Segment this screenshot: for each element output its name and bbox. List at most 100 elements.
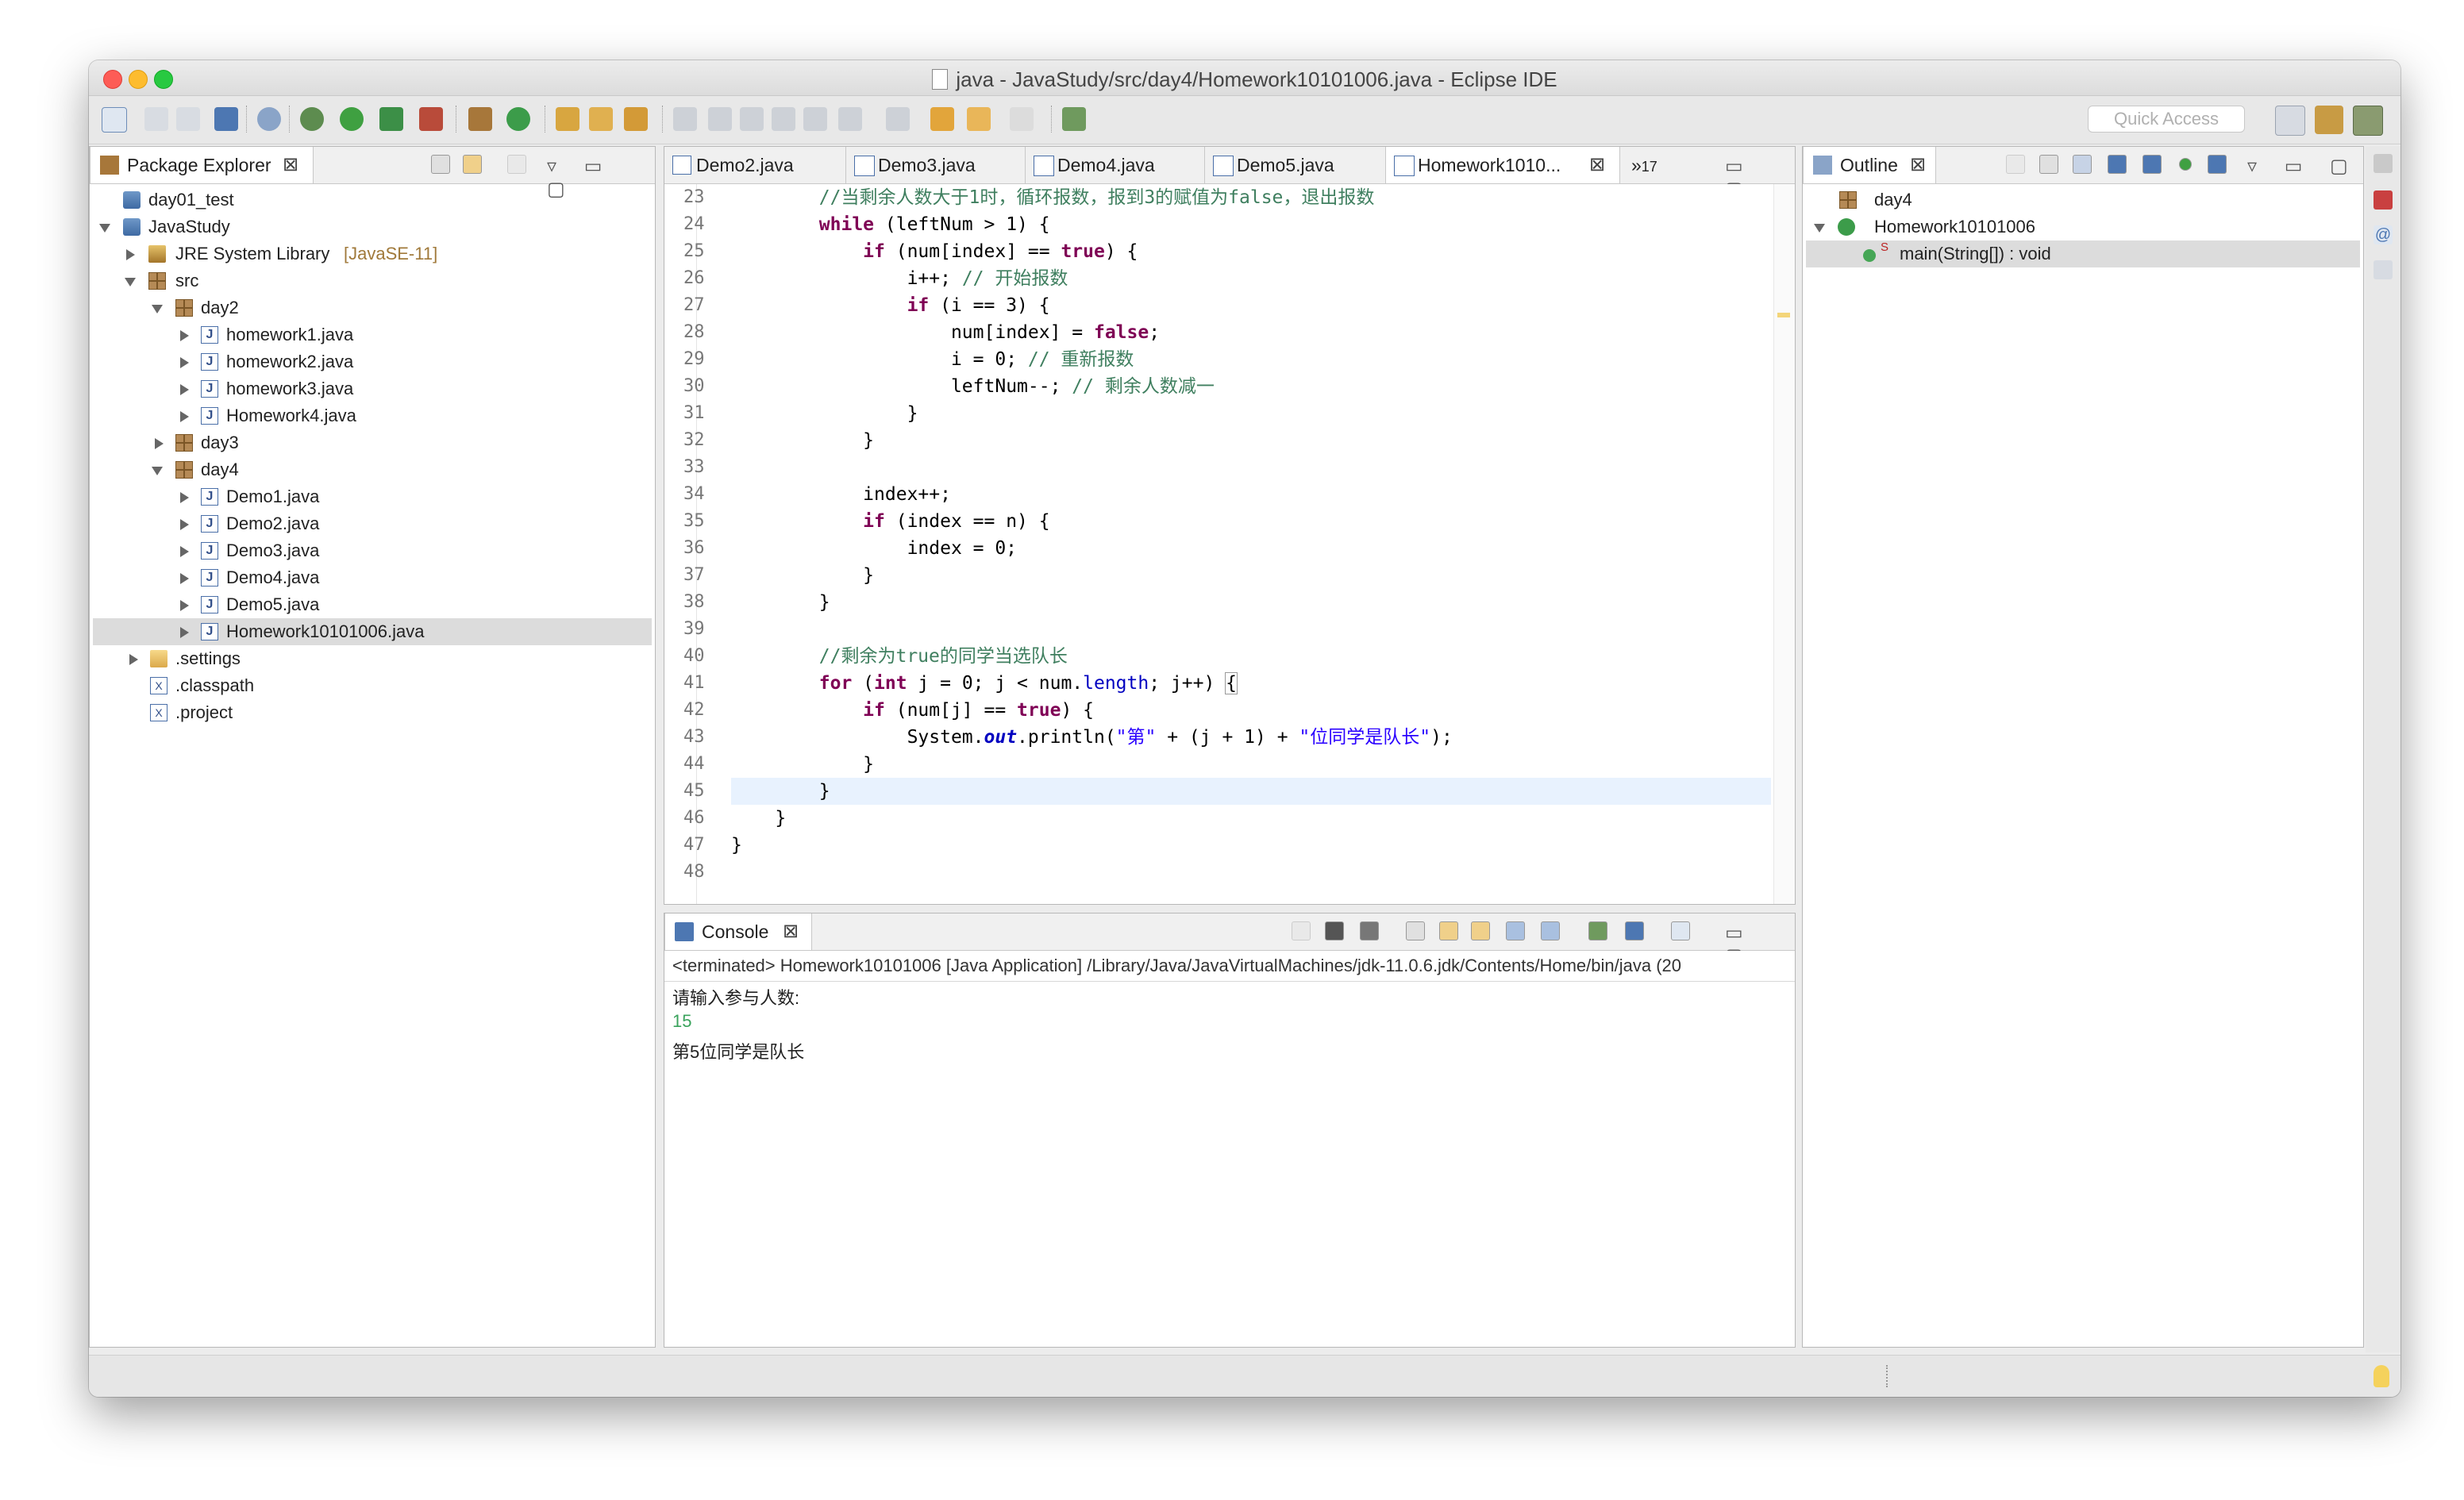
annotation-icon[interactable] xyxy=(673,107,697,131)
focus-icon[interactable] xyxy=(2006,155,2025,174)
show-whitespace-icon[interactable] xyxy=(772,107,795,131)
pin-editor-icon[interactable] xyxy=(1062,107,1086,131)
display-console-icon[interactable] xyxy=(1625,921,1644,940)
tab-package-explorer[interactable]: Package Explorer ⊠ xyxy=(90,147,314,183)
tree-item[interactable]: Jhomework2.java xyxy=(93,348,652,375)
warning-marker[interactable] xyxy=(1777,313,1790,317)
tree-item[interactable]: day3 xyxy=(93,429,652,456)
remove-all-icon[interactable] xyxy=(1360,921,1379,940)
word-wrap-icon[interactable] xyxy=(708,107,732,131)
tree-item[interactable]: X .classpath xyxy=(93,672,652,699)
new-package-icon[interactable] xyxy=(468,107,492,131)
show-on-output-icon[interactable] xyxy=(1506,921,1525,940)
view-menu-icon[interactable]: ▿ ▭ ▢ xyxy=(2247,155,2359,178)
tree-item[interactable]: day2 xyxy=(93,294,652,321)
java-perspective-icon[interactable] xyxy=(2353,106,2383,136)
editor-overview-ruler[interactable] xyxy=(1773,184,1795,904)
expand-arrow-icon[interactable] xyxy=(180,330,189,341)
hide-nonpublic-icon[interactable] xyxy=(2179,158,2192,171)
terminate-icon[interactable] xyxy=(1292,921,1311,940)
close-tab-icon[interactable]: ⊠ xyxy=(1910,147,1926,183)
tree-item[interactable]: J Demo5.java xyxy=(93,591,652,618)
tree-item[interactable]: JavaStudy xyxy=(93,213,652,240)
terminal-icon[interactable] xyxy=(214,107,238,131)
open-task-icon[interactable] xyxy=(589,107,613,131)
sort-icon[interactable] xyxy=(2073,155,2092,174)
pin-console-icon[interactable] xyxy=(1588,921,1607,940)
console-output[interactable]: <terminated> Homework10101006 [Java Appl… xyxy=(664,951,1795,1347)
expand-arrow-icon[interactable] xyxy=(180,492,189,503)
tree-item[interactable]: J Homework4.java xyxy=(93,402,652,429)
close-tab-icon[interactable]: ⊠ xyxy=(1589,147,1605,183)
outline-item[interactable]: day4 xyxy=(1806,187,2360,213)
tree-item[interactable]: Jhomework1.java xyxy=(93,321,652,348)
link-editor-icon[interactable] xyxy=(463,155,482,174)
tree-item[interactable]: day4 xyxy=(93,456,652,483)
hide-fields-icon[interactable] xyxy=(2108,155,2127,174)
expand-arrow-icon[interactable] xyxy=(180,357,189,368)
expand-arrow-icon[interactable] xyxy=(180,519,189,530)
expand-arrow-icon[interactable] xyxy=(180,573,189,584)
restore-icon[interactable] xyxy=(2374,154,2393,173)
scroll-lock-icon[interactable] xyxy=(1439,921,1458,940)
tab-outline[interactable]: Outline ⊠ xyxy=(1803,147,1936,183)
tree-item[interactable]: J Demo4.java xyxy=(93,564,652,591)
tree-item[interactable]: JRE System Library [JavaSE-11] xyxy=(93,240,652,267)
tab-demo5[interactable]: Demo5.java xyxy=(1204,147,1385,183)
code-editor[interactable]: 23 24 25 26 27 28 29 30 31 32 33 34 35 36 37 38 39 40 41 42… xyxy=(664,184,1795,904)
expand-arrow-icon[interactable] xyxy=(129,654,138,665)
tree-item[interactable]: J Demo3.java xyxy=(93,537,652,564)
expand-arrow-icon[interactable] xyxy=(180,546,189,557)
save-icon[interactable] xyxy=(144,107,168,131)
save-all-icon[interactable] xyxy=(176,107,200,131)
expand-arrow-icon[interactable] xyxy=(180,411,189,422)
declaration-icon[interactable] xyxy=(2374,260,2393,279)
expand-arrow-icon[interactable] xyxy=(152,305,163,313)
debug-icon[interactable] xyxy=(300,107,324,131)
tree-item[interactable]: X .project xyxy=(93,699,652,726)
tab-homework10101006[interactable]: Homework1010... ⊠ xyxy=(1385,147,1620,183)
block-selection-icon[interactable] xyxy=(740,107,764,131)
filter-icon[interactable] xyxy=(507,155,526,174)
expand-arrow-icon[interactable] xyxy=(180,600,189,611)
tip-lightbulb-icon[interactable] xyxy=(2374,1365,2389,1387)
tree-item[interactable]: day01_test xyxy=(93,187,652,213)
tab-demo4[interactable]: Demo4.java xyxy=(1025,147,1204,183)
expand-arrow-icon[interactable] xyxy=(180,384,189,395)
hide-local-types-icon[interactable] xyxy=(2208,155,2227,174)
next-annotation-icon[interactable] xyxy=(838,107,862,131)
open-type-icon[interactable] xyxy=(556,107,579,131)
pilcrow-icon[interactable] xyxy=(803,107,827,131)
expand-arrow-icon[interactable] xyxy=(99,224,110,233)
close-tab-icon[interactable]: ⊠ xyxy=(283,147,298,183)
expand-arrow-icon[interactable] xyxy=(155,438,164,449)
tree-item[interactable]: src xyxy=(93,267,652,294)
clear-console-icon[interactable] xyxy=(1406,921,1425,940)
tree-item[interactable]: J Demo1.java xyxy=(93,483,652,510)
skip-breakpoints-icon[interactable] xyxy=(257,107,281,131)
close-tab-icon[interactable]: ⊠ xyxy=(783,913,799,950)
debug-perspective-icon[interactable] xyxy=(2315,106,2343,134)
collapse-all-icon[interactable] xyxy=(2039,155,2058,174)
open-console-icon[interactable] xyxy=(1671,921,1690,940)
prev-annotation-icon[interactable] xyxy=(886,107,910,131)
show-on-error-icon[interactable] xyxy=(1541,921,1560,940)
new-icon[interactable] xyxy=(102,107,127,133)
expand-arrow-icon[interactable] xyxy=(1814,224,1825,233)
more-tabs-button[interactable]: »17 xyxy=(1625,147,1688,183)
expand-arrow-icon[interactable] xyxy=(125,278,136,287)
coverage-icon[interactable] xyxy=(379,107,403,131)
outline-item[interactable]: Homework10101006 xyxy=(1806,213,2360,240)
remove-launch-icon[interactable] xyxy=(1325,921,1344,940)
problems-view-icon[interactable] xyxy=(2374,190,2393,210)
tree-item[interactable]: .settings xyxy=(93,645,652,672)
run-icon[interactable] xyxy=(340,107,364,131)
tree-item[interactable]: J Demo2.java xyxy=(93,510,652,537)
external-tools-icon[interactable] xyxy=(419,107,443,131)
tab-demo2[interactable]: Demo2.java xyxy=(664,147,845,183)
word-wrap-console-icon[interactable] xyxy=(1471,921,1490,940)
outline-item-selected[interactable]: Smain(String[]) : void xyxy=(1806,240,2360,267)
back-icon[interactable] xyxy=(967,107,991,131)
collapse-all-icon[interactable] xyxy=(431,155,450,174)
code-area[interactable]: //当剩余人数大于1时，循环报数，报到3的赋值为false，退出报数 while… xyxy=(731,184,1771,886)
